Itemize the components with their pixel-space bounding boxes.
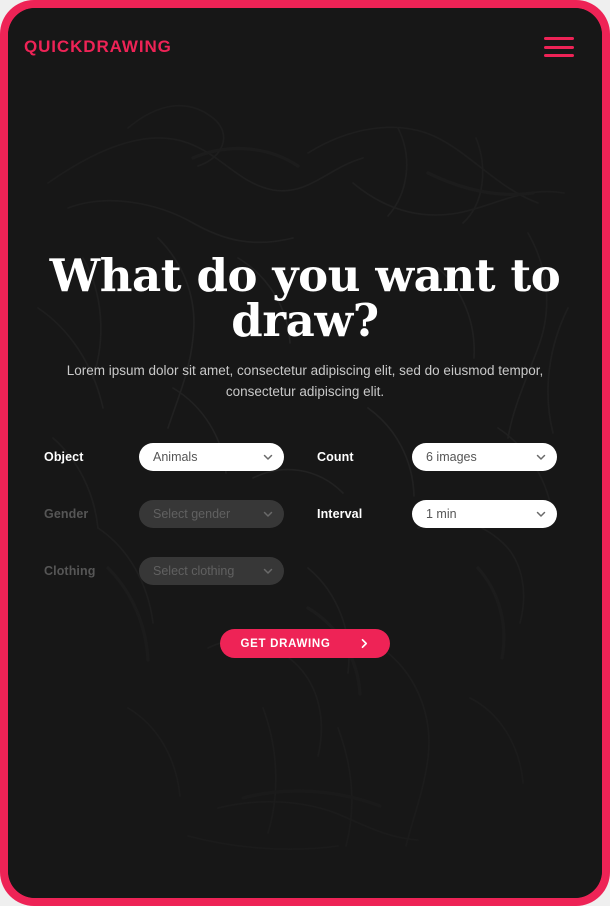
- chevron-down-icon: [262, 565, 274, 577]
- select-clothing-value: Select clothing: [153, 563, 235, 578]
- field-gender: Gender Select gender: [44, 485, 293, 542]
- select-count-value: 6 images: [426, 449, 477, 464]
- select-count[interactable]: 6 images: [412, 442, 557, 471]
- site-header: QUICKDRAWING: [8, 8, 602, 86]
- label-clothing: Clothing: [44, 563, 96, 578]
- get-drawing-label: GET DRAWING: [240, 637, 331, 650]
- field-count: Count 6 images: [317, 428, 566, 485]
- form-column-right: Count 6 images Interval 1 min: [317, 428, 566, 599]
- chevron-down-icon: [535, 451, 547, 463]
- label-count: Count: [317, 449, 354, 464]
- select-clothing: Select clothing: [139, 556, 284, 585]
- get-drawing-button[interactable]: GET DRAWING: [220, 629, 390, 659]
- drawing-options-form: Object Animals Gender Select gender Clot…: [44, 428, 566, 599]
- label-gender: Gender: [44, 506, 89, 521]
- chevron-right-icon: [359, 638, 370, 649]
- pink-device-frame: QUICKDRAWING What do you want to draw? L…: [0, 0, 610, 906]
- page-subtitle: Lorem ipsum dolor sit amet, consectetur …: [66, 363, 544, 399]
- page-stage: QUICKDRAWING What do you want to draw? L…: [8, 8, 602, 898]
- select-object-value: Animals: [153, 449, 198, 464]
- select-gender: Select gender: [139, 499, 284, 528]
- page-title: What do you want to draw?: [49, 249, 561, 347]
- form-column-left: Object Animals Gender Select gender Clot…: [44, 428, 293, 599]
- select-interval[interactable]: 1 min: [412, 499, 557, 528]
- label-interval: Interval: [317, 506, 363, 521]
- chevron-down-icon: [262, 451, 274, 463]
- hamburger-menu-icon[interactable]: [544, 37, 574, 57]
- hamburger-bar: [544, 37, 574, 40]
- select-interval-value: 1 min: [426, 506, 457, 521]
- field-clothing: Clothing Select clothing: [44, 542, 293, 599]
- chevron-down-icon: [262, 508, 274, 520]
- field-object: Object Animals: [44, 428, 293, 485]
- select-object[interactable]: Animals: [139, 442, 284, 471]
- field-interval: Interval 1 min: [317, 485, 566, 542]
- hamburger-bar: [544, 45, 574, 49]
- chevron-down-icon: [535, 508, 547, 520]
- hamburger-bar: [544, 54, 574, 57]
- hero-content: What do you want to draw? Lorem ipsum do…: [8, 8, 602, 659]
- cta-row: GET DRAWING: [28, 629, 582, 659]
- label-object: Object: [44, 449, 84, 464]
- brand-logo[interactable]: QUICKDRAWING: [24, 37, 172, 57]
- select-gender-value: Select gender: [153, 506, 231, 521]
